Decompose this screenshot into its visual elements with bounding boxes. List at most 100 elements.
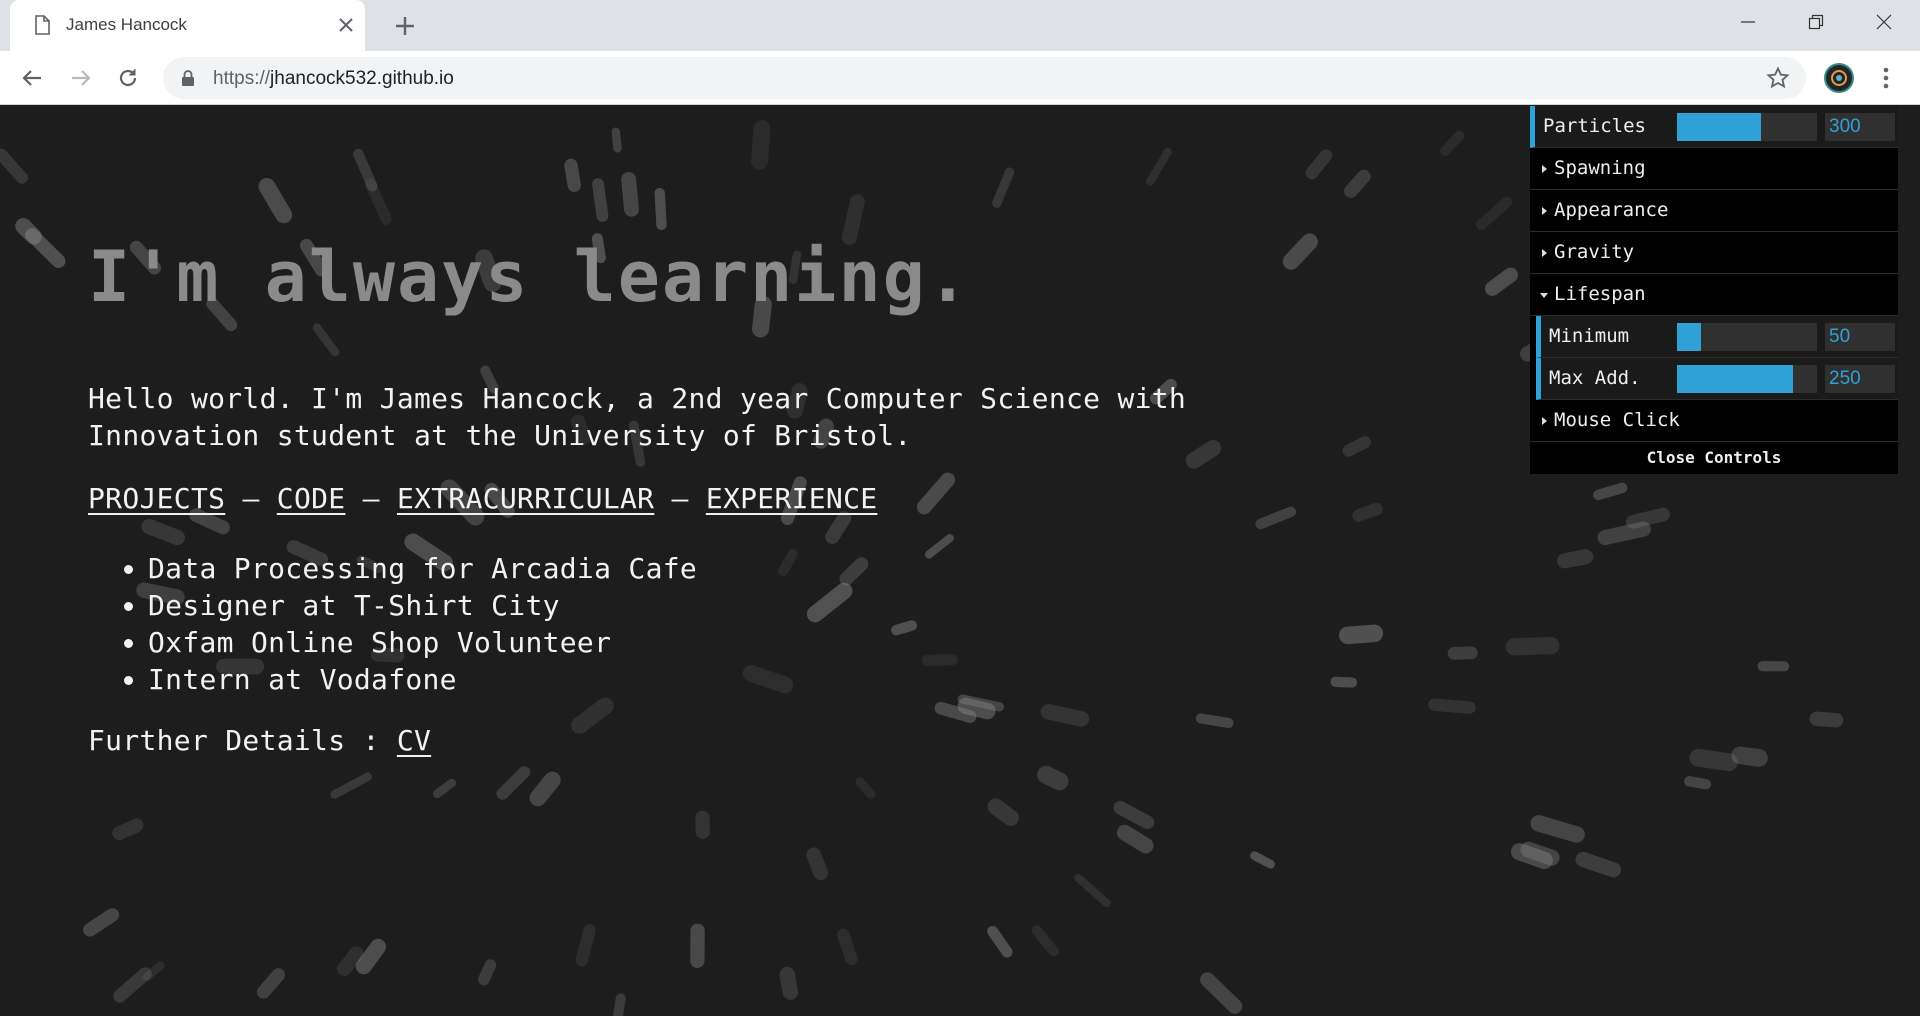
particle-streak bbox=[575, 924, 596, 967]
slider-fill bbox=[1677, 365, 1794, 393]
forward-arrow-icon bbox=[72, 70, 91, 86]
maximize-button[interactable] bbox=[1782, 0, 1850, 44]
folder-label: Gravity bbox=[1554, 241, 1635, 263]
particle-streak bbox=[1440, 130, 1465, 156]
list-item: Intern at Vodafone bbox=[148, 661, 697, 698]
particle-streak bbox=[1255, 506, 1297, 530]
experience-link[interactable]: EXPERIENCE bbox=[706, 482, 878, 515]
particle-streak bbox=[312, 323, 340, 357]
particle-streak bbox=[1330, 676, 1358, 688]
page-viewport: I'm always learning. Hello world. I'm Ja… bbox=[0, 106, 1920, 1016]
particle-streak bbox=[921, 654, 958, 667]
particle-streak bbox=[916, 472, 956, 515]
particle-streak bbox=[1625, 507, 1671, 529]
reload-icon bbox=[119, 69, 137, 87]
slider-fill bbox=[1677, 113, 1761, 141]
caret-down-icon bbox=[1540, 293, 1548, 298]
code-link[interactable]: CODE bbox=[277, 482, 346, 515]
particle-streak bbox=[924, 534, 954, 559]
particle-streak bbox=[1195, 713, 1234, 729]
particle-streak bbox=[1146, 147, 1172, 186]
particle-streak bbox=[364, 178, 392, 225]
particle-streak bbox=[613, 993, 626, 1016]
particle-streak bbox=[529, 771, 561, 807]
browser-tab[interactable]: James Hancock bbox=[10, 0, 365, 51]
headline: I'm always learning. bbox=[88, 236, 971, 318]
close-icon[interactable] bbox=[335, 14, 357, 36]
folder-mouse-click[interactable]: Mouse Click bbox=[1530, 400, 1898, 442]
window-close-button[interactable] bbox=[1850, 0, 1918, 44]
folder-appearance[interactable]: Appearance bbox=[1530, 190, 1898, 232]
particle-streak bbox=[1200, 972, 1243, 1014]
particle-streak bbox=[355, 938, 386, 975]
maximize-icon bbox=[1808, 14, 1824, 30]
particle-streak bbox=[1344, 169, 1371, 198]
folder-lifespan[interactable]: Lifespan bbox=[1530, 274, 1898, 316]
slider-fill bbox=[1677, 323, 1701, 351]
particle-streak bbox=[1684, 776, 1712, 790]
list-item: Data Processing for Arcadia Cafe bbox=[148, 550, 697, 587]
particle-streak bbox=[496, 766, 531, 800]
particle-streak bbox=[1305, 149, 1333, 180]
particle-streak bbox=[1338, 624, 1384, 645]
caret-right-icon bbox=[1542, 165, 1547, 173]
particle-streak bbox=[891, 620, 918, 636]
close-controls-button[interactable]: Close Controls bbox=[1530, 442, 1898, 474]
particle-streak bbox=[1031, 925, 1059, 957]
reload-button[interactable] bbox=[114, 64, 142, 92]
folder-spawning[interactable]: Spawning bbox=[1530, 148, 1898, 190]
particle-streak bbox=[837, 928, 858, 966]
menu-dots-icon[interactable] bbox=[1876, 64, 1896, 92]
particle-streak bbox=[1116, 824, 1154, 854]
particle-streak bbox=[806, 582, 853, 623]
particle-streak bbox=[112, 818, 144, 841]
folder-label: Spawning bbox=[1554, 157, 1646, 179]
particle-streak bbox=[841, 194, 865, 245]
back-button[interactable] bbox=[18, 64, 46, 92]
particles-label: Particles bbox=[1543, 115, 1646, 137]
star-icon[interactable] bbox=[1766, 66, 1790, 90]
experience-list: Data Processing for Arcadia Cafe Designe… bbox=[148, 550, 697, 698]
particle-streak bbox=[839, 557, 869, 586]
particle-streak bbox=[1593, 482, 1628, 501]
caret-right-icon bbox=[1542, 249, 1547, 257]
particles-slider[interactable] bbox=[1677, 113, 1817, 141]
particle-streak bbox=[1597, 521, 1651, 546]
separator: — bbox=[671, 482, 689, 515]
particle-streak bbox=[778, 548, 798, 577]
max-add-slider[interactable] bbox=[1677, 365, 1817, 393]
particle-streak bbox=[433, 778, 456, 799]
particle-streak bbox=[1809, 711, 1844, 728]
list-item: Oxfam Online Shop Volunteer bbox=[148, 624, 697, 661]
particle-streak bbox=[0, 148, 28, 184]
particle-streak bbox=[1484, 267, 1519, 296]
forward-button[interactable] bbox=[67, 64, 95, 92]
profile-avatar[interactable] bbox=[1824, 63, 1854, 93]
particles-value-input[interactable]: 300 bbox=[1825, 113, 1895, 141]
projects-link[interactable]: PROJECTS bbox=[88, 482, 225, 515]
folder-gravity[interactable]: Gravity bbox=[1530, 232, 1898, 274]
minimize-button[interactable] bbox=[1714, 0, 1782, 44]
cv-link[interactable]: CV bbox=[397, 724, 431, 757]
particle-streak bbox=[1731, 746, 1768, 767]
particle-streak bbox=[987, 798, 1019, 826]
particle-streak bbox=[855, 777, 876, 799]
address-bar[interactable]: https://jhancock532.github.io bbox=[163, 57, 1806, 99]
minimum-slider[interactable] bbox=[1677, 323, 1817, 351]
extracurricular-link[interactable]: EXTRACURRICULAR bbox=[397, 482, 654, 515]
intro-text: Hello world. I'm James Hancock, a 2nd ye… bbox=[88, 382, 1187, 452]
controls-panel: Particles 300 Spawning Appearance Gravit… bbox=[1530, 106, 1898, 474]
folder-label: Appearance bbox=[1554, 199, 1669, 221]
minimum-value-input[interactable]: 50 bbox=[1825, 323, 1895, 351]
particle-streak bbox=[825, 511, 852, 544]
particle-streak bbox=[1428, 698, 1476, 714]
plus-icon[interactable] bbox=[391, 12, 419, 40]
particle-streak bbox=[592, 178, 609, 222]
particle-streak bbox=[1037, 765, 1069, 791]
minimum-label: Minimum bbox=[1549, 325, 1630, 347]
particle-streak bbox=[337, 946, 364, 976]
max-add-value-input[interactable]: 250 bbox=[1825, 365, 1895, 393]
particle-streak bbox=[957, 697, 996, 720]
particle-streak bbox=[1689, 748, 1738, 772]
browser-toolbar: https://jhancock532.github.io bbox=[0, 51, 1920, 105]
